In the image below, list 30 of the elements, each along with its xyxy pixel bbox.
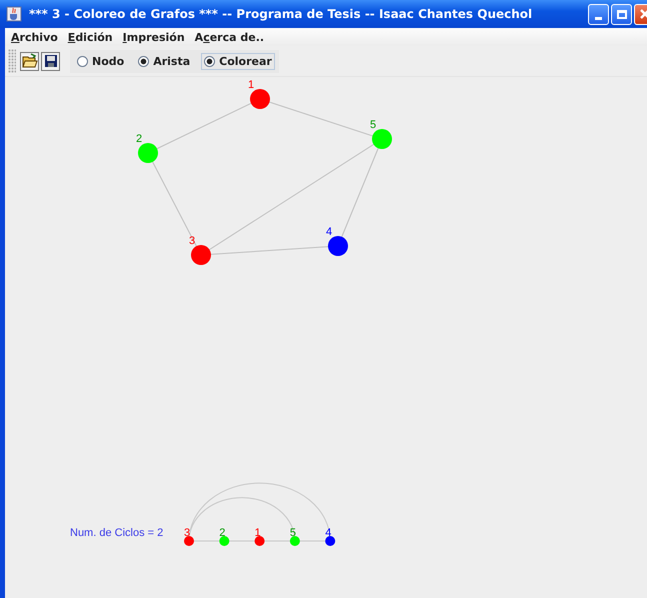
floppy-disk-button[interactable] <box>41 52 60 70</box>
node-label: 5 <box>290 527 296 539</box>
node-label: 1 <box>248 79 254 91</box>
mode-radio[interactable]: Colorear <box>201 52 275 70</box>
node-label: 2 <box>136 133 142 145</box>
maximize-button[interactable] <box>611 4 632 24</box>
graph-node[interactable] <box>250 89 270 109</box>
window-title: *** 3 - Coloreo de Grafos *** -- Programa de Tesis -- Isaac Chantes Quechol <box>29 7 534 21</box>
graph-node[interactable] <box>138 143 158 163</box>
menu-item[interactable]: Archivo <box>11 30 58 44</box>
open-folder-button[interactable] <box>20 52 39 70</box>
node-label: 4 <box>326 226 332 238</box>
menu-item[interactable]: Edición <box>68 30 113 44</box>
mode-radio[interactable]: Arista <box>135 52 194 70</box>
toolbar-grip[interactable] <box>8 49 16 73</box>
node-label: 3 <box>189 235 196 247</box>
menu-item[interactable]: Impresión <box>122 30 185 44</box>
graph-node[interactable] <box>328 236 348 256</box>
menu-item[interactable]: Acerca de.. <box>194 30 264 44</box>
cycle-count: Num. de Ciclos = 2 <box>70 527 164 539</box>
node-label: 1 <box>254 527 261 539</box>
graph-node[interactable] <box>191 245 211 265</box>
graph-node[interactable] <box>372 129 392 149</box>
mode-radio[interactable]: Nodo <box>74 52 128 70</box>
node-label: 2 <box>219 527 226 539</box>
node-label: 5 <box>370 119 376 131</box>
node-label: 4 <box>325 527 332 539</box>
cup-icon <box>6 6 22 22</box>
minimize-button[interactable] <box>588 4 609 24</box>
node-label: 3 <box>184 527 190 539</box>
